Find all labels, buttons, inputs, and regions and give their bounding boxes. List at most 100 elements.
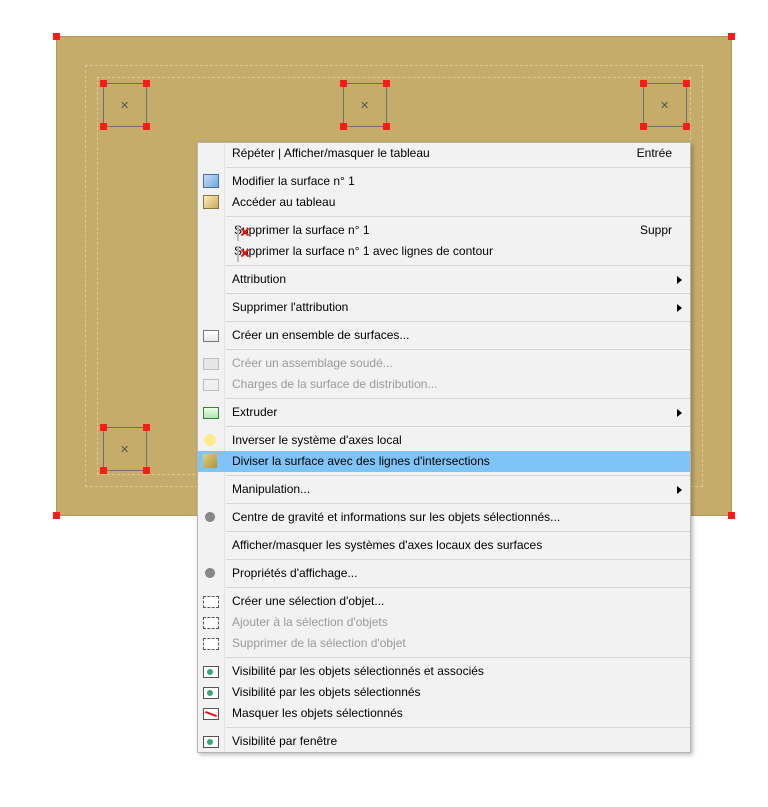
menu-label: Créer un ensemble de surfaces...	[232, 328, 409, 342]
menu-item-manipulation[interactable]: Manipulation...	[198, 479, 690, 500]
menu-separator	[226, 167, 690, 168]
menu-label: Ajouter à la sélection d'objets	[232, 615, 388, 629]
node-handle[interactable]	[383, 123, 390, 130]
column-opening[interactable]: ✕	[343, 83, 387, 127]
menu-label: Visibilité par les objets sélectionnés e…	[232, 664, 484, 678]
model-viewport[interactable]: ✕ ✕ ✕ ✕ Répéter | Afficher/masquer le ta…	[0, 0, 768, 807]
node-handle[interactable]	[100, 123, 107, 130]
delete-icon	[237, 225, 239, 241]
node-handle[interactable]	[340, 80, 347, 87]
visibility-icon	[203, 687, 219, 699]
menu-label: Charges de la surface de distribution...	[232, 377, 437, 391]
context-menu: Répéter | Afficher/masquer le tableau En…	[197, 142, 691, 753]
menu-separator	[226, 657, 690, 658]
menu-item-create-surface-set[interactable]: Créer un ensemble de surfaces...	[198, 325, 690, 346]
menu-item-remove-selection: Supprimer de la sélection d'objet	[198, 633, 690, 654]
menu-item-display-properties[interactable]: Propriétés d'affichage...	[198, 563, 690, 584]
menu-item-repeat[interactable]: Répéter | Afficher/masquer le tableau En…	[198, 143, 690, 164]
column-opening[interactable]: ✕	[103, 83, 147, 127]
menu-label: Visibilité par fenêtre	[232, 734, 337, 748]
menu-shortcut: Suppr	[640, 220, 672, 241]
menu-item-centroid-info[interactable]: Centre de gravité et informations sur le…	[198, 507, 690, 528]
menu-separator	[226, 216, 690, 217]
x-marker-icon: ✕	[120, 99, 129, 112]
node-handle[interactable]	[143, 424, 150, 431]
node-handle[interactable]	[640, 123, 647, 130]
extrude-icon	[203, 407, 219, 419]
menu-label: Supprimer la surface n° 1	[234, 223, 370, 237]
menu-item-extrude[interactable]: Extruder	[198, 402, 690, 423]
menu-item-create-selection[interactable]: Créer une sélection d'objet...	[198, 591, 690, 612]
menu-item-invert-local-axes[interactable]: Inverser le système d'axes local	[198, 430, 690, 451]
menu-item-toggle-local-axes[interactable]: Afficher/masquer les systèmes d'axes loc…	[198, 535, 690, 556]
selection-remove-icon	[203, 638, 219, 650]
menu-separator	[226, 321, 690, 322]
menu-separator	[226, 293, 690, 294]
node-handle[interactable]	[53, 33, 60, 40]
menu-separator	[226, 559, 690, 560]
menu-label: Attribution	[232, 272, 286, 286]
menu-item-visibility-selected[interactable]: Visibilité par les objets sélectionnés	[198, 682, 690, 703]
menu-label: Manipulation...	[232, 482, 310, 496]
column-opening[interactable]: ✕	[103, 427, 147, 471]
menu-item-delete-surface-contour[interactable]: Supprimer la surface n° 1 avec lignes de…	[198, 241, 690, 262]
node-handle[interactable]	[728, 512, 735, 519]
node-handle[interactable]	[728, 33, 735, 40]
menu-separator	[226, 587, 690, 588]
menu-item-add-selection: Ajouter à la sélection d'objets	[198, 612, 690, 633]
node-handle[interactable]	[100, 424, 107, 431]
node-handle[interactable]	[640, 80, 647, 87]
menu-separator	[226, 531, 690, 532]
menu-label: Centre de gravité et informations sur le…	[232, 510, 560, 524]
assembly-icon	[203, 358, 219, 370]
selection-add-icon	[203, 617, 219, 629]
axes-icon	[203, 433, 217, 447]
table-icon	[203, 195, 219, 209]
menu-label: Propriétés d'affichage...	[232, 566, 357, 580]
menu-item-mask-selected[interactable]: Masquer les objets sélectionnés	[198, 703, 690, 724]
menu-item-delete-surface[interactable]: Supprimer la surface n° 1 Suppr	[198, 220, 690, 241]
menu-item-create-weld-assembly: Créer un assemblage soudé...	[198, 353, 690, 374]
menu-label: Créer une sélection d'objet...	[232, 594, 384, 608]
menu-label: Diviser la surface avec des lignes d'int…	[232, 454, 490, 468]
selection-icon	[203, 596, 219, 608]
menu-separator	[226, 349, 690, 350]
node-handle[interactable]	[143, 123, 150, 130]
menu-item-attribution[interactable]: Attribution	[198, 269, 690, 290]
node-handle[interactable]	[340, 123, 347, 130]
menu-separator	[226, 426, 690, 427]
menu-item-edit-surface[interactable]: Modifier la surface n° 1	[198, 171, 690, 192]
node-handle[interactable]	[100, 467, 107, 474]
menu-label: Créer un assemblage soudé...	[232, 356, 393, 370]
node-handle[interactable]	[143, 467, 150, 474]
menu-label: Afficher/masquer les systèmes d'axes loc…	[232, 538, 542, 552]
properties-icon	[203, 566, 217, 580]
menu-label: Extruder	[232, 405, 277, 419]
menu-label: Inverser le système d'axes local	[232, 433, 402, 447]
menu-item-distribution-loads: Charges de la surface de distribution...	[198, 374, 690, 395]
node-handle[interactable]	[683, 80, 690, 87]
node-handle[interactable]	[143, 80, 150, 87]
intersect-icon	[203, 454, 217, 468]
loads-icon	[203, 379, 219, 391]
x-marker-icon: ✕	[360, 99, 369, 112]
hide-icon	[203, 708, 219, 720]
menu-item-visibility-assoc[interactable]: Visibilité par les objets sélectionnés e…	[198, 661, 690, 682]
menu-label: Masquer les objets sélectionnés	[232, 706, 403, 720]
menu-item-delete-attribution[interactable]: Supprimer l'attribution	[198, 297, 690, 318]
menu-item-visibility-window[interactable]: Visibilité par fenêtre	[198, 731, 690, 752]
column-opening[interactable]: ✕	[643, 83, 687, 127]
node-handle[interactable]	[683, 123, 690, 130]
menu-item-go-table[interactable]: Accéder au tableau	[198, 192, 690, 213]
menu-label: Supprimer l'attribution	[232, 300, 348, 314]
x-marker-icon: ✕	[660, 99, 669, 112]
menu-label: Visibilité par les objets sélectionnés	[232, 685, 421, 699]
node-handle[interactable]	[100, 80, 107, 87]
node-handle[interactable]	[383, 80, 390, 87]
menu-label: Accéder au tableau	[232, 195, 335, 209]
delete-contour-icon	[237, 246, 239, 262]
surface-icon	[203, 174, 219, 188]
menu-label: Supprimer la surface n° 1 avec lignes de…	[234, 244, 493, 258]
menu-item-divide-surface-intersections[interactable]: Diviser la surface avec des lignes d'int…	[198, 451, 690, 472]
node-handle[interactable]	[53, 512, 60, 519]
